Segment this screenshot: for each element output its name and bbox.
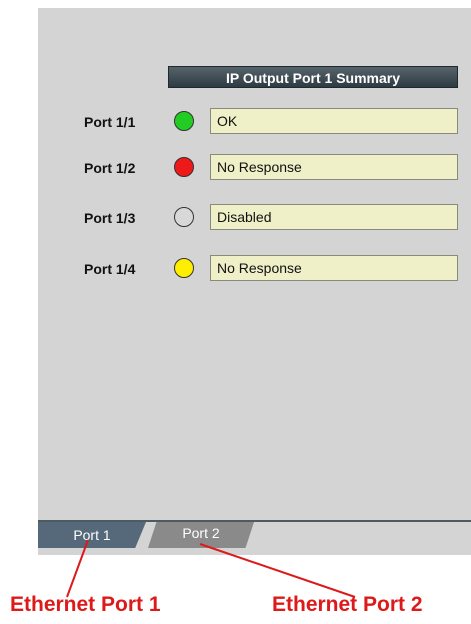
annotation-ethernet-port-2: Ethernet Port 2: [272, 593, 423, 616]
status-field: No Response: [210, 154, 458, 180]
port-label: Port 1/1: [84, 114, 136, 130]
tab-port-2[interactable]: Port 2: [148, 522, 254, 548]
port-label: Port 1/3: [84, 210, 136, 226]
annotation-ethernet-port-1: Ethernet Port 1: [10, 593, 161, 616]
status-led-icon: [174, 207, 194, 227]
ip-output-panel: IP Output Port 1 Summary Port 1/1 OK Por…: [38, 8, 471, 555]
port-row: Port 1/2 No Response: [38, 154, 471, 182]
port-row: Port 1/1 OK: [38, 108, 471, 136]
status-field: OK: [210, 108, 458, 134]
status-led-icon: [174, 111, 194, 131]
port-row: Port 1/3 Disabled: [38, 204, 471, 232]
status-field: Disabled: [210, 204, 458, 230]
tab-bar-divider: [38, 520, 471, 522]
status-led-icon: [174, 258, 194, 278]
port-label: Port 1/4: [84, 261, 136, 277]
page: IP Output Port 1 Summary Port 1/1 OK Por…: [0, 0, 471, 624]
port-row: Port 1/4 No Response: [38, 255, 471, 283]
port-label: Port 1/2: [84, 160, 136, 176]
tab-port-1[interactable]: Port 1: [38, 522, 146, 548]
status-led-icon: [174, 157, 194, 177]
status-field: No Response: [210, 255, 458, 281]
summary-title: IP Output Port 1 Summary: [168, 66, 458, 88]
